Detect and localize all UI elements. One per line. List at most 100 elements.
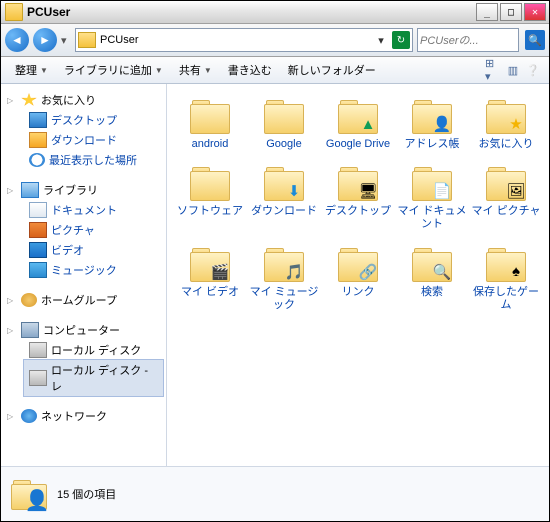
sidebar-item[interactable]: デスクトップ — [1, 110, 166, 130]
folder-item[interactable]: Google — [249, 92, 319, 155]
item-label: リンク — [342, 286, 375, 299]
item-label: ドキュメント — [51, 202, 117, 218]
computer-group[interactable]: ▷コンピューター — [1, 320, 166, 340]
folder-item[interactable]: 🎵 マイ ミュージック — [249, 240, 319, 316]
library-icon — [21, 182, 39, 198]
folder-item[interactable]: 🖥 デスクトップ — [323, 159, 393, 235]
toolbar: 整理▼ ライブラリに追加▼ 共有▼ 書き込む 新しいフォルダー ⊞ ▾ ▥ ❔ — [1, 57, 549, 84]
status-bar: 👤 15 個の項目 — [1, 466, 549, 521]
item-label: ローカル ディスク — [51, 342, 141, 358]
minimize-button[interactable]: _ — [476, 3, 498, 21]
folder-icon — [188, 96, 232, 136]
folder-item[interactable]: android — [175, 92, 245, 155]
nav-bar: ◄ ► ▾ PCUser ▾ ↻ PCUserの... 🔍 — [1, 24, 549, 57]
view-menu[interactable]: ⊞ ▾ — [485, 62, 501, 78]
folder-item[interactable]: 🎬 マイ ビデオ — [175, 240, 245, 316]
item-label: デスクトップ — [51, 112, 117, 128]
back-button[interactable]: ◄ — [5, 28, 29, 52]
overlay-icon: ★ — [506, 114, 526, 134]
sidebar-item[interactable]: ミュージック — [1, 260, 166, 280]
item-label: ビデオ — [51, 242, 84, 258]
item-label: お気に入り — [479, 138, 534, 151]
item-label: ミュージック — [51, 262, 117, 278]
folder-item[interactable]: ソフトウェア — [175, 159, 245, 235]
item-label: ダウンロード — [51, 132, 117, 148]
item-icon — [29, 342, 47, 358]
address-bar[interactable]: PCUser ▾ ↻ — [75, 28, 413, 52]
overlay-icon: 🎵 — [284, 262, 304, 282]
close-button[interactable]: ✕ — [524, 3, 546, 21]
folder-icon — [188, 163, 232, 203]
item-label: ピクチャ — [51, 222, 95, 238]
folder-item[interactable]: ★ お気に入り — [471, 92, 541, 155]
new-folder-button[interactable]: 新しいフォルダー — [282, 60, 382, 80]
item-label: Google — [266, 138, 301, 151]
folder-item[interactable]: ⬇ダウンロード — [249, 159, 319, 235]
share-menu[interactable]: 共有▼ — [173, 60, 218, 80]
item-label: マイ ミュージック — [249, 286, 319, 312]
sidebar-item[interactable]: ローカル ディスク - レ — [23, 359, 164, 397]
sidebar-item[interactable]: ビデオ — [1, 240, 166, 260]
history-dropdown[interactable]: ▾ — [61, 30, 71, 50]
overlay-icon: 👤 — [432, 114, 452, 134]
forward-button[interactable]: ► — [33, 28, 57, 52]
overlay-icon: 🔗 — [358, 262, 378, 282]
refresh-button[interactable]: ↻ — [392, 31, 410, 49]
folder-item[interactable]: ♠保存したゲーム — [471, 240, 541, 316]
organize-menu[interactable]: 整理▼ — [9, 60, 54, 80]
nav-sidebar: ▷お気に入り デスクトップダウンロード最近表示した場所 ▷ライブラリ ドキュメン… — [1, 84, 167, 466]
item-label: Google Drive — [326, 138, 390, 151]
item-label: デスクトップ — [325, 205, 391, 218]
homegroup-icon — [21, 293, 37, 307]
item-label: アドレス帳 — [405, 138, 460, 151]
search-button[interactable]: 🔍 — [525, 30, 545, 50]
content-pane[interactable]: android Google ▲ Google Drive 👤 アドレス帳 ★ お気に入りソフ… — [167, 84, 549, 466]
folder-icon — [78, 32, 96, 48]
item-icon — [29, 370, 47, 386]
maximize-button[interactable]: □ — [500, 3, 522, 21]
item-icon — [29, 222, 47, 238]
window-title: PCUser — [27, 5, 70, 19]
folder-item[interactable]: 🔍検索 — [397, 240, 467, 316]
sidebar-item[interactable]: ローカル ディスク — [1, 340, 166, 360]
titlebar: PCUser _ □ ✕ — [1, 1, 549, 24]
overlay-icon: ⬇ — [284, 181, 304, 201]
address-dropdown[interactable]: ▾ — [374, 34, 388, 47]
sidebar-item[interactable]: 最近表示した場所 — [1, 150, 166, 170]
sidebar-item[interactable]: ダウンロード — [1, 130, 166, 150]
preview-pane-button[interactable]: ▥ — [505, 62, 521, 78]
folder-item[interactable]: 👤 アドレス帳 — [397, 92, 467, 155]
item-label: ローカル ディスク - レ — [51, 362, 157, 394]
item-icon — [29, 242, 47, 258]
burn-button[interactable]: 書き込む — [222, 60, 278, 80]
overlay-icon: 🖼 — [506, 181, 526, 201]
network-icon — [21, 409, 37, 423]
help-button[interactable]: ❔ — [525, 62, 541, 78]
network-group[interactable]: ▷ネットワーク — [1, 406, 166, 426]
overlay-icon: 📄 — [432, 181, 452, 201]
item-label: android — [192, 138, 229, 151]
item-label: マイ ピクチャ — [472, 205, 541, 218]
item-label: 最近表示した場所 — [49, 152, 137, 168]
folder-item[interactable]: 🔗 リンク — [323, 240, 393, 316]
search-input[interactable]: PCUserの... — [417, 28, 519, 52]
overlay-icon: 🎬 — [210, 262, 230, 282]
libraries-group[interactable]: ▷ライブラリ — [1, 180, 166, 200]
item-label: マイ ドキュメント — [397, 205, 467, 231]
item-icon — [29, 132, 47, 148]
folder-item[interactable]: 🖼 マイ ピクチャ — [471, 159, 541, 235]
folder-icon: 👤 — [9, 476, 49, 512]
item-label: マイ ビデオ — [181, 286, 239, 299]
folder-item[interactable]: 📄 マイ ドキュメント — [397, 159, 467, 235]
item-label: 検索 — [421, 286, 443, 299]
overlay-icon: ▲ — [358, 114, 378, 134]
folder-item[interactable]: ▲ Google Drive — [323, 92, 393, 155]
search-placeholder: PCUserの... — [420, 32, 516, 48]
item-icon — [29, 153, 45, 167]
sidebar-item[interactable]: ピクチャ — [1, 220, 166, 240]
sidebar-item[interactable]: ドキュメント — [1, 200, 166, 220]
favorites-group[interactable]: ▷お気に入り — [1, 90, 166, 110]
add-to-library-menu[interactable]: ライブラリに追加▼ — [58, 60, 169, 80]
homegroup-group[interactable]: ▷ホームグループ — [1, 290, 166, 310]
overlay-icon: 🖥 — [358, 181, 378, 201]
